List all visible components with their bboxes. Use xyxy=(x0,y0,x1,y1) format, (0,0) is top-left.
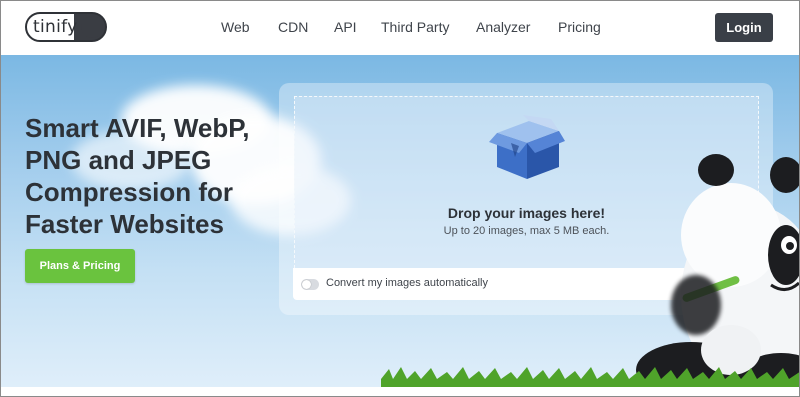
logo-text: tinify xyxy=(33,17,78,37)
nav-third-party[interactable]: Third Party xyxy=(381,19,449,35)
plans-pricing-button[interactable]: Plans & Pricing xyxy=(25,249,135,283)
panda-illustration xyxy=(636,154,799,387)
login-button[interactable]: Login xyxy=(715,13,773,42)
site-header: tinify Web CDN API Third Party Analyzer … xyxy=(1,1,799,55)
toggle-knob xyxy=(302,280,311,289)
logo[interactable]: tinify xyxy=(25,12,107,42)
box-icon xyxy=(489,115,565,179)
headline-line: PNG and JPEG xyxy=(25,145,212,175)
headline-line: Compression for xyxy=(25,177,234,207)
nav-web[interactable]: Web xyxy=(221,19,250,35)
headline-line: Smart AVIF, WebP, xyxy=(25,113,250,143)
nav-pricing[interactable]: Pricing xyxy=(558,19,601,35)
logo-toggle-icon xyxy=(81,16,103,38)
hero-headline: Smart AVIF, WebP, PNG and JPEG Compressi… xyxy=(25,112,275,240)
nav-api[interactable]: API xyxy=(334,19,357,35)
convert-toggle-label[interactable]: Convert my images automatically xyxy=(326,277,488,289)
nav-analyzer[interactable]: Analyzer xyxy=(476,19,530,35)
nav-cdn[interactable]: CDN xyxy=(278,19,308,35)
headline-line: Faster Websites xyxy=(25,209,224,239)
grass-decoration xyxy=(381,367,799,387)
hero-section: Smart AVIF, WebP, PNG and JPEG Compressi… xyxy=(1,55,799,387)
convert-toggle[interactable] xyxy=(301,279,319,290)
page: tinify Web CDN API Third Party Analyzer … xyxy=(0,0,800,397)
